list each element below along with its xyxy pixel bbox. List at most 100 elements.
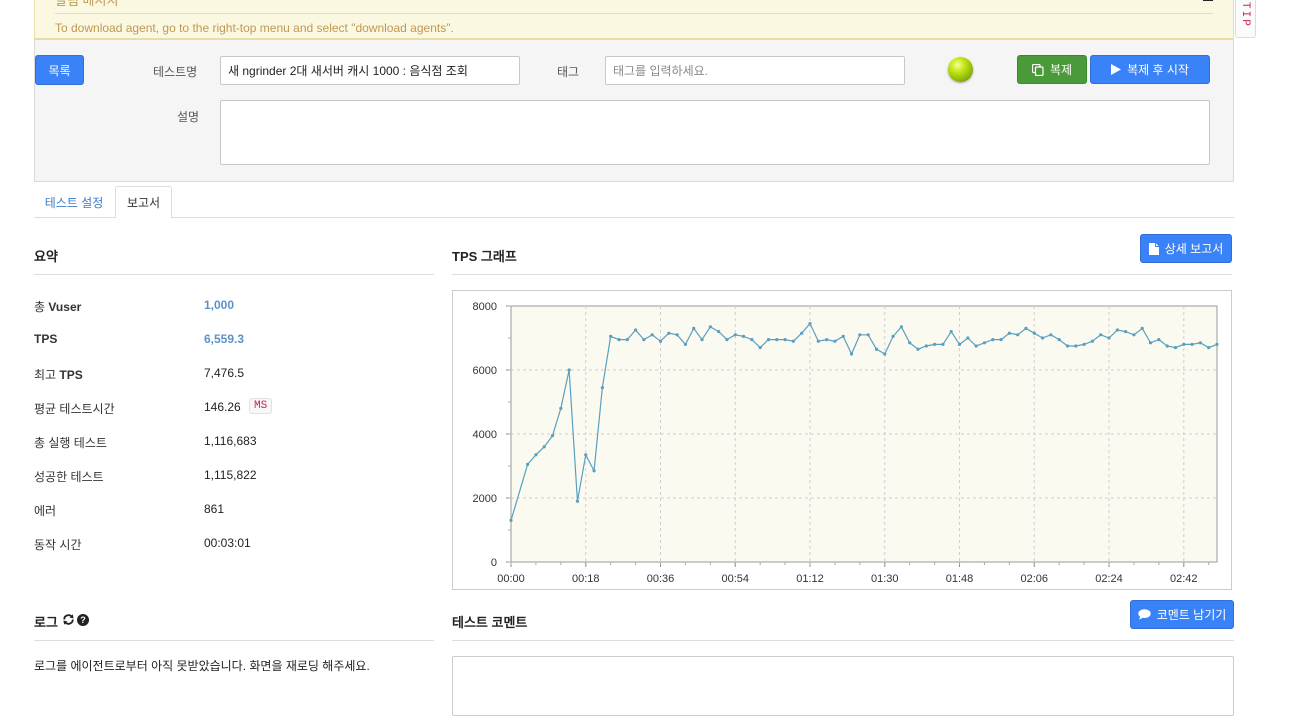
x-tick-label: 02:42 (1170, 573, 1198, 585)
tps-graph-title: TPS 그래프 (452, 249, 517, 264)
tps-data-point (916, 347, 920, 351)
summary-label-vuser: 총 Vuser (34, 300, 82, 314)
tps-data-point (982, 341, 987, 345)
tps-data-point (1107, 336, 1111, 340)
summary-value-tps: 6,559.3 (204, 332, 245, 346)
leave-comment-label: 코멘트 남기기 (1156, 608, 1227, 622)
x-tick-label: 02:24 (1095, 573, 1123, 585)
tps-data-point (1148, 341, 1153, 345)
tab-test-settings-label: 테스트 설정 (44, 195, 104, 210)
tps-data-point (1165, 344, 1169, 348)
test-name-label: 테스트명 (153, 65, 198, 79)
tps-data-point (667, 331, 671, 335)
refresh-icon[interactable] (62, 613, 75, 626)
tps-data-point (1157, 338, 1161, 342)
tps-data-point (1065, 344, 1070, 348)
leave-comment-button[interactable]: 코멘트 남기기 (1130, 600, 1234, 629)
tip-label: TIP (1239, 2, 1251, 28)
tps-data-point (567, 368, 571, 372)
tps-data-point (534, 453, 538, 457)
summary-label-run-time: 동작 시간 (34, 538, 82, 552)
x-tick-label: 01:30 (871, 573, 899, 585)
test-form-panel: 목록 테스트명 새 ngrinder 2대 새서버 캐시 1000 : 음식점 … (34, 39, 1234, 182)
tps-data-point (658, 339, 663, 343)
tps-data-point (1057, 338, 1061, 342)
tps-data-point (625, 338, 629, 342)
x-tick-label: 01:48 (946, 573, 974, 585)
tag-placeholder: 태그를 입력하세요. (613, 64, 708, 78)
y-tick-label: 6000 (473, 365, 497, 377)
tps-data-point (933, 342, 937, 346)
tps-data-point (849, 352, 854, 356)
tps-data-point (866, 333, 870, 337)
tps-data-point (957, 342, 962, 346)
x-tick-label: 00:54 (721, 573, 749, 585)
tps-data-point (1132, 333, 1136, 337)
tps-data-point (592, 469, 596, 473)
notice-banner: 알림 메시지 To download agent, go to the righ… (34, 0, 1234, 39)
detailed-report-button[interactable]: 상세 보고서 (1140, 234, 1232, 263)
y-tick-label: 8000 (473, 301, 497, 313)
tps-data-point (949, 330, 953, 334)
tps-data-point (991, 338, 995, 342)
tps-data-point (791, 339, 795, 343)
tps-data-point (1040, 336, 1045, 340)
tps-data-point (908, 341, 912, 345)
y-tick-label: 2000 (473, 493, 497, 505)
tps-data-point (800, 331, 804, 335)
collapse-icon[interactable] (1203, 0, 1213, 1)
summary-label-mean-test-time: 평균 테스트시간 (34, 402, 115, 416)
tps-data-point (783, 338, 787, 342)
tps-data-point (708, 325, 712, 329)
x-tick-label: 00:00 (497, 573, 525, 585)
summary-title: 요약 (34, 249, 58, 264)
tps-data-point (1074, 344, 1078, 348)
tps-data-point (509, 518, 513, 522)
help-icon[interactable]: ? (77, 613, 89, 626)
tps-data-point (650, 333, 654, 337)
test-comment-title: 테스트 코멘트 (452, 615, 528, 630)
comment-textarea[interactable] (452, 656, 1234, 716)
tab-test-settings[interactable]: 테스트 설정 (34, 186, 114, 218)
tps-data-point (874, 347, 879, 351)
tip-tab[interactable]: TIP (1235, 0, 1256, 38)
description-textarea[interactable] (220, 100, 1210, 165)
tps-data-point (833, 339, 837, 343)
summary-label-peak-tps: 최고 TPS (34, 368, 83, 382)
tps-data-point (1140, 326, 1144, 330)
copy-button-label: 복제 (1049, 63, 1073, 77)
description-label: 설명 (177, 110, 200, 124)
tag-input[interactable]: 태그를 입력하세요. (605, 56, 905, 85)
tps-data-point (899, 325, 903, 329)
list-button[interactable]: 목록 (35, 55, 84, 85)
tps-data-point (700, 338, 704, 342)
tps-chart: 00:00 00:18 00:36 00:54 01:12 01:30 01:48 02:06… (452, 290, 1232, 590)
copy-button[interactable]: 복제 (1017, 55, 1087, 84)
summary-label-tps: TPS (34, 332, 58, 346)
tps-data-point (974, 344, 978, 348)
tps-data-point (1198, 341, 1202, 345)
tps-data-point (575, 499, 580, 503)
tps-data-point (633, 328, 638, 332)
tps-data-point (741, 334, 746, 338)
tps-data-point (559, 406, 563, 410)
detailed-report-label: 상세 보고서 (1164, 242, 1224, 256)
tps-data-point (1007, 331, 1011, 335)
play-icon (1111, 64, 1122, 75)
tps-data-point (1215, 342, 1219, 346)
tps-data-point (683, 342, 688, 346)
notice-title: 알림 메시지 (55, 0, 119, 8)
tps-data-point (1115, 328, 1119, 332)
x-tick-label: 00:36 (647, 573, 675, 585)
tps-data-point (550, 434, 555, 438)
tps-data-point (841, 334, 845, 338)
tps-data-point (924, 344, 928, 348)
x-tick-label: 00:18 (572, 573, 600, 585)
test-name-input[interactable]: 새 ngrinder 2대 새서버 캐시 1000 : 음식점 조회 (220, 56, 520, 85)
tps-data-point (692, 326, 696, 330)
x-tick-label: 01:12 (796, 573, 824, 585)
tps-data-point (1016, 333, 1020, 337)
copy-and-start-button[interactable]: 복제 후 시작 (1090, 55, 1210, 84)
tab-report[interactable]: 보고서 (115, 186, 172, 219)
summary-value-mean-test-time: 146.26 (204, 400, 241, 414)
